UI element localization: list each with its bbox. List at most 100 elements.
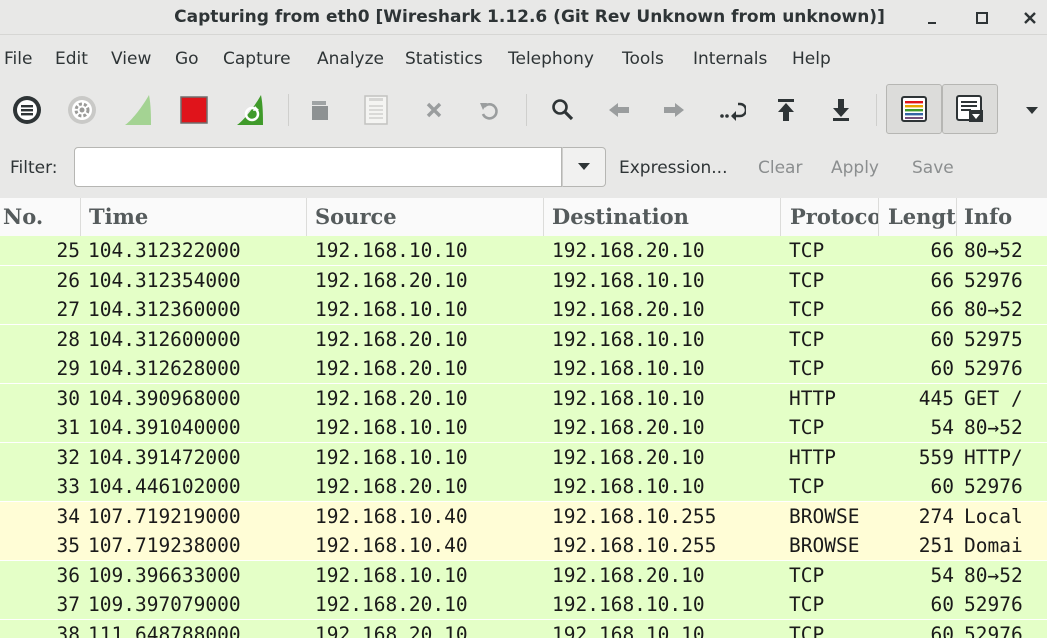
table-row[interactable]: 29 104.312628000 192.168.20.10 192.168.10.1… <box>0 354 1047 383</box>
menu-help[interactable]: Help <box>792 42 831 76</box>
menu-go[interactable]: Go <box>175 42 199 76</box>
table-row[interactable]: 38 111.648788000 192.168.20.10 192.168.10.1… <box>0 619 1047 638</box>
table-row[interactable]: 31 104.391040000 192.168.10.10 192.168.20.1… <box>0 413 1047 442</box>
find-packet-button[interactable] <box>545 92 581 128</box>
menu-tools[interactable]: Tools <box>622 42 664 76</box>
maximize-button[interactable] <box>962 0 1002 34</box>
packet-length: 54 <box>930 416 954 439</box>
expression-button[interactable]: Expression... <box>619 146 728 190</box>
packet-number: 27 <box>56 298 80 321</box>
column-header-info[interactable]: Info <box>957 198 1047 236</box>
table-row[interactable]: 34 107.719219000 192.168.10.40 192.168.10.2… <box>0 501 1047 531</box>
packet-destination: 192.168.10.10 <box>552 357 705 380</box>
packet-length: 66 <box>930 239 954 262</box>
filter-input[interactable] <box>74 147 562 187</box>
capture-options-button[interactable] <box>64 92 100 128</box>
packet-time: 107.719219000 <box>88 504 241 528</box>
apply-button[interactable]: Apply <box>831 146 879 190</box>
packet-destination: 192.168.10.10 <box>552 622 705 638</box>
restart-capture-button[interactable] <box>232 92 268 128</box>
packet-number: 34 <box>56 504 80 528</box>
go-to-packet-button[interactable] <box>714 92 750 128</box>
packet-length: 251 <box>918 534 954 557</box>
packet-time: 109.396633000 <box>88 563 241 587</box>
table-row[interactable]: 36 109.396633000 192.168.10.10 192.168.20.1… <box>0 560 1047 590</box>
start-capture-button[interactable] <box>120 92 156 128</box>
packet-protocol: HTTP <box>789 386 836 410</box>
packet-info: 80→52 <box>964 563 1023 587</box>
packet-destination: 192.168.10.10 <box>552 268 705 292</box>
packet-destination: 192.168.10.10 <box>552 386 705 410</box>
table-row[interactable]: 28 104.312600000 192.168.20.10 192.168.10.1… <box>0 324 1047 354</box>
table-row[interactable]: 27 104.312360000 192.168.10.10 192.168.20.1… <box>0 295 1047 324</box>
menu-telephony[interactable]: Telephony <box>508 42 594 76</box>
menu-bar: File Edit View Go Capture Analyze Statis… <box>0 42 1047 76</box>
column-header-time[interactable]: Time <box>81 198 307 236</box>
close-file-button[interactable] <box>416 92 452 128</box>
save-filter-button[interactable]: Save <box>912 146 954 190</box>
title-bar: Capturing from eth0 [Wireshark 1.12.6 (G… <box>0 0 1047 35</box>
filter-dropdown-button[interactable] <box>562 147 606 187</box>
interface-list-icon <box>13 96 41 124</box>
packet-source: 192.168.20.10 <box>315 475 468 498</box>
menu-view[interactable]: View <box>111 42 151 76</box>
minimize-button[interactable] <box>912 0 952 34</box>
packet-info: 80→52 <box>964 416 1023 439</box>
column-header-source[interactable]: Source <box>307 198 544 236</box>
toolbar-more-button[interactable] <box>1014 92 1047 128</box>
packet-time: 104.391040000 <box>88 416 241 439</box>
packet-number: 37 <box>56 593 80 616</box>
table-row[interactable]: 25 104.312322000 192.168.10.10 192.168.20.1… <box>0 236 1047 265</box>
menu-statistics[interactable]: Statistics <box>405 42 483 76</box>
save-file-button[interactable] <box>358 92 394 128</box>
go-forward-icon <box>664 103 684 117</box>
column-header-destination[interactable]: Destination <box>544 198 781 236</box>
column-header-protocol[interactable]: Protoco <box>781 198 879 236</box>
start-capture-icon <box>125 95 151 125</box>
menu-internals[interactable]: Internals <box>693 42 767 76</box>
packet-protocol: TCP <box>789 593 825 616</box>
toolbar-separator <box>288 94 289 126</box>
menu-file[interactable]: File <box>4 42 32 76</box>
packet-list-header: No. Time Source Destination Protoco Leng… <box>0 198 1047 237</box>
packet-protocol: TCP <box>789 475 825 498</box>
stop-capture-icon <box>180 96 208 124</box>
packet-info: HTTP/ <box>964 445 1023 469</box>
go-last-button[interactable] <box>823 92 859 128</box>
column-header-length[interactable]: Lengt <box>879 198 957 236</box>
column-header-no[interactable]: No. <box>0 198 81 236</box>
go-forward-button[interactable] <box>656 92 692 128</box>
close-window-button[interactable] <box>1010 0 1047 34</box>
auto-scroll-button[interactable] <box>942 84 998 134</box>
packet-source: 192.168.20.10 <box>315 327 468 351</box>
colorize-button[interactable] <box>886 84 942 134</box>
packet-time: 104.390968000 <box>88 386 241 410</box>
open-file-button[interactable] <box>302 92 338 128</box>
packet-protocol: BROWSE <box>789 504 860 528</box>
packet-destination: 192.168.10.10 <box>552 475 705 498</box>
packet-number: 35 <box>56 534 80 557</box>
go-back-button[interactable] <box>601 92 637 128</box>
packet-time: 107.719238000 <box>88 534 241 557</box>
stop-capture-button[interactable] <box>176 92 212 128</box>
go-last-icon <box>833 99 849 121</box>
menu-edit[interactable]: Edit <box>55 42 88 76</box>
table-row[interactable]: 30 104.390968000 192.168.20.10 192.168.10.1… <box>0 383 1047 413</box>
reload-button[interactable] <box>471 92 507 128</box>
packet-info: 52976 <box>964 622 1023 638</box>
menu-analyze[interactable]: Analyze <box>317 42 384 76</box>
go-to-packet-icon <box>720 102 746 121</box>
packet-number: 29 <box>56 357 80 380</box>
table-row[interactable]: 26 104.312354000 192.168.20.10 192.168.10.1… <box>0 265 1047 295</box>
table-row[interactable]: 32 104.391472000 192.168.10.10 192.168.20.1… <box>0 442 1047 472</box>
table-row[interactable]: 35 107.719238000 192.168.10.40 192.168.10.2… <box>0 531 1047 560</box>
packet-number: 31 <box>56 416 80 439</box>
menu-capture[interactable]: Capture <box>223 42 291 76</box>
packet-list[interactable]: No. Time Source Destination Protoco Leng… <box>0 198 1047 638</box>
table-row[interactable]: 37 109.397079000 192.168.20.10 192.168.10.1… <box>0 590 1047 619</box>
go-first-button[interactable] <box>768 92 804 128</box>
clear-button[interactable]: Clear <box>758 146 802 190</box>
packet-source: 192.168.20.10 <box>315 268 468 292</box>
table-row[interactable]: 33 104.446102000 192.168.20.10 192.168.10.1… <box>0 472 1047 501</box>
interface-list-button[interactable] <box>9 92 45 128</box>
